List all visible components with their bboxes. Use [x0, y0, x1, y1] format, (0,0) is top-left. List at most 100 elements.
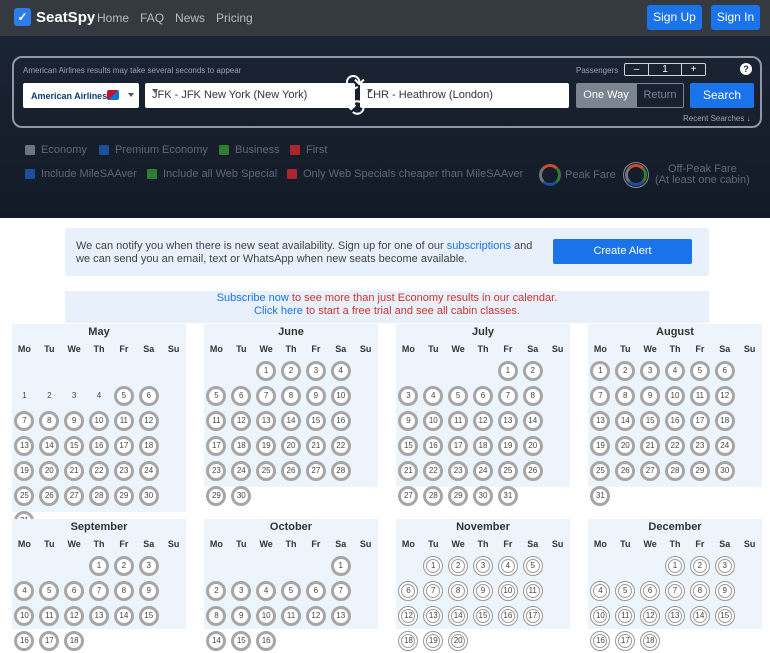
oneway-toggle[interactable]: One Way: [576, 83, 636, 108]
calendar-day[interactable]: 11: [687, 383, 712, 408]
availability-ring[interactable]: 20: [522, 435, 543, 456]
availability-ring[interactable]: 18: [138, 435, 159, 456]
calendar-day[interactable]: 14: [279, 408, 304, 433]
calendar-day[interactable]: 17: [204, 433, 229, 458]
calendar-day[interactable]: 25: [588, 458, 613, 483]
availability-ring[interactable]: 18: [640, 630, 661, 651]
availability-ring[interactable]: 5: [615, 580, 636, 601]
calendar-day[interactable]: 9: [396, 408, 421, 433]
calendar-day[interactable]: 3: [136, 553, 161, 578]
calendar-day[interactable]: 1: [328, 553, 353, 578]
availability-ring[interactable]: 4: [330, 360, 351, 381]
calendar-day[interactable]: 30: [136, 483, 161, 508]
calendar-day[interactable]: 10: [421, 408, 446, 433]
calendar-day[interactable]: 15: [471, 603, 496, 628]
calendar-day[interactable]: 17: [446, 433, 471, 458]
calendar-day[interactable]: 8: [520, 383, 545, 408]
availability-ring[interactable]: 14: [281, 410, 301, 431]
passengers-stepper[interactable]: – 1 +: [624, 63, 706, 76]
calendar-day[interactable]: 1: [87, 553, 112, 578]
availability-ring[interactable]: 8: [448, 580, 469, 601]
calendar-day[interactable]: 13: [328, 603, 353, 628]
availability-ring[interactable]: 16: [14, 630, 35, 651]
calendar-day[interactable]: 19: [495, 433, 520, 458]
availability-ring[interactable]: 29: [113, 485, 134, 506]
availability-ring[interactable]: 5: [206, 385, 227, 406]
availability-ring[interactable]: 16: [665, 410, 685, 431]
help-icon[interactable]: ?: [740, 63, 752, 75]
calendar-day[interactable]: 9: [303, 383, 328, 408]
business-checkbox[interactable]: [219, 145, 229, 155]
calendar-day[interactable]: 2: [446, 553, 471, 578]
calendar-day[interactable]: 13: [254, 408, 279, 433]
availability-ring[interactable]: 11: [206, 410, 227, 431]
availability-ring[interactable]: 14: [615, 410, 636, 431]
availability-ring[interactable]: 2: [615, 360, 636, 381]
availability-ring[interactable]: 13: [590, 410, 611, 431]
calendar-day[interactable]: 4: [12, 578, 37, 603]
availability-ring[interactable]: 29: [206, 485, 227, 506]
calendar-day[interactable]: 12: [396, 603, 421, 628]
availability-ring[interactable]: 15: [231, 630, 252, 651]
availability-ring[interactable]: 15: [305, 410, 326, 431]
calendar-day[interactable]: 2: [687, 553, 712, 578]
calendar-day[interactable]: 27: [62, 483, 87, 508]
availability-ring[interactable]: 28: [330, 460, 351, 481]
calendar-day[interactable]: 10: [495, 578, 520, 603]
availability-ring[interactable]: 7: [423, 580, 444, 601]
availability-ring[interactable]: 23: [113, 460, 134, 481]
availability-ring[interactable]: 21: [305, 435, 326, 456]
filter-business[interactable]: Business: [219, 144, 280, 156]
passengers-plus-button[interactable]: +: [682, 64, 705, 75]
calendar-day[interactable]: 10: [12, 603, 37, 628]
calendar-day[interactable]: 14: [111, 603, 136, 628]
calendar-day[interactable]: 5: [613, 578, 638, 603]
calendar-day[interactable]: 24: [136, 458, 161, 483]
passengers-minus-button[interactable]: –: [625, 64, 648, 75]
calendar-day[interactable]: 10: [328, 383, 353, 408]
availability-ring[interactable]: 26: [281, 460, 301, 481]
calendar-day[interactable]: 5: [279, 578, 304, 603]
availability-ring[interactable]: 21: [64, 460, 85, 481]
subscriptions-link[interactable]: subscriptions: [447, 240, 511, 252]
calendar-day[interactable]: 19: [12, 458, 37, 483]
availability-ring[interactable]: 10: [497, 580, 518, 601]
calendar-day[interactable]: 6: [396, 578, 421, 603]
availability-ring[interactable]: 7: [665, 580, 685, 601]
availability-ring[interactable]: 16: [330, 410, 351, 431]
calendar-day[interactable]: 31: [495, 483, 520, 508]
calendar-day[interactable]: 20: [279, 433, 304, 458]
calendar-day[interactable]: 5: [37, 578, 62, 603]
availability-ring[interactable]: 15: [640, 410, 661, 431]
calendar-day[interactable]: 17: [687, 408, 712, 433]
availability-ring[interactable]: 3: [398, 385, 419, 406]
calendar-day[interactable]: 4: [328, 358, 353, 383]
availability-ring[interactable]: 30: [473, 485, 493, 506]
availability-ring[interactable]: 17: [39, 630, 60, 651]
availability-ring[interactable]: 6: [398, 580, 419, 601]
availability-ring[interactable]: 8: [281, 385, 301, 406]
availability-ring[interactable]: 11: [448, 410, 469, 431]
availability-ring[interactable]: 7: [590, 385, 611, 406]
availability-ring[interactable]: 17: [113, 435, 134, 456]
availability-ring[interactable]: 21: [640, 435, 661, 456]
calendar-day[interactable]: 2: [111, 553, 136, 578]
availability-ring[interactable]: 30: [714, 460, 735, 481]
destination-select[interactable]: LHR - Heathrow (London): [360, 83, 569, 108]
availability-ring[interactable]: 21: [398, 460, 419, 481]
availability-ring[interactable]: 24: [714, 435, 735, 456]
calendar-day[interactable]: 7: [421, 578, 446, 603]
calendar-day[interactable]: 25: [495, 458, 520, 483]
recent-searches-link[interactable]: Recent Searches ↓: [683, 114, 751, 123]
calendar-day[interactable]: 8: [111, 578, 136, 603]
calendar-day[interactable]: 18: [712, 408, 737, 433]
create-alert-button[interactable]: Create Alert: [553, 239, 692, 264]
milesaaver-checkbox[interactable]: [25, 169, 35, 179]
calendar-day[interactable]: 26: [37, 483, 62, 508]
calendar-day[interactable]: 11: [279, 603, 304, 628]
availability-ring[interactable]: 3: [714, 555, 735, 576]
calendar-day[interactable]: 2: [520, 358, 545, 383]
availability-ring[interactable]: 17: [448, 435, 469, 456]
filter-economy[interactable]: Economy: [25, 144, 87, 156]
calendar-day[interactable]: 5: [446, 383, 471, 408]
